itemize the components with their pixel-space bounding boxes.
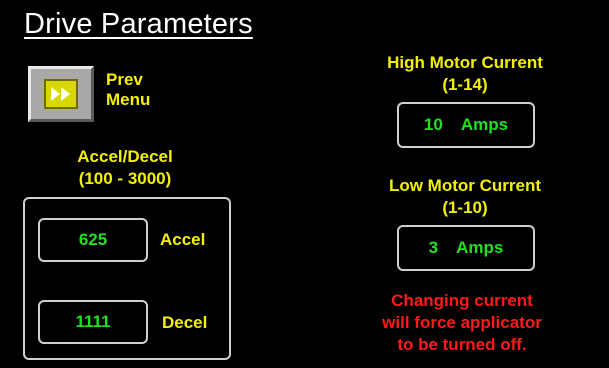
fast-forward-icon: [44, 79, 78, 109]
decel-input[interactable]: 1111: [38, 300, 148, 344]
accel-decel-title: Accel/Decel: [77, 147, 173, 166]
low-motor-current-input[interactable]: 3 Amps: [397, 225, 535, 271]
high-motor-current-range: (1-14): [442, 75, 488, 94]
page-title: Drive Parameters: [24, 8, 253, 40]
decel-label: Decel: [162, 313, 208, 332]
high-motor-current-unit: Amps: [460, 115, 509, 134]
low-motor-current-title: Low Motor Current: [388, 176, 542, 195]
high-motor-current-input[interactable]: 10 Amps: [397, 102, 535, 148]
high-motor-current-title: High Motor Current: [387, 53, 543, 72]
warning-line1: Changing current: [391, 291, 533, 310]
decel-value: 1111: [75, 312, 111, 331]
warning-line2: will force applicator: [382, 313, 542, 332]
accel-input[interactable]: 625: [38, 218, 148, 262]
current-change-warning: Changing current will force applicator t…: [342, 290, 582, 356]
low-motor-current-unit: Amps: [456, 238, 504, 257]
warning-line3: to be turned off.: [397, 335, 527, 354]
prev-menu-label-line1: Prev: [106, 70, 143, 89]
accel-decel-range: (100 - 3000): [78, 169, 172, 188]
low-motor-current-range: (1-10): [442, 198, 488, 217]
low-motor-current-heading: Low Motor Current (1-10): [350, 175, 580, 219]
high-motor-current-value: 10: [423, 115, 443, 134]
accel-value: 625: [78, 230, 108, 249]
high-motor-current-heading: High Motor Current (1-14): [350, 52, 580, 96]
accel-label: Accel: [160, 230, 206, 249]
prev-menu-button[interactable]: [28, 66, 94, 122]
prev-menu-label: Prev Menu: [106, 70, 150, 110]
accel-decel-heading: Accel/Decel (100 - 3000): [40, 146, 210, 190]
prev-menu-label-line2: Menu: [106, 90, 151, 109]
fast-forward-glyph: [51, 87, 70, 101]
low-motor-current-value: 3: [428, 238, 439, 257]
